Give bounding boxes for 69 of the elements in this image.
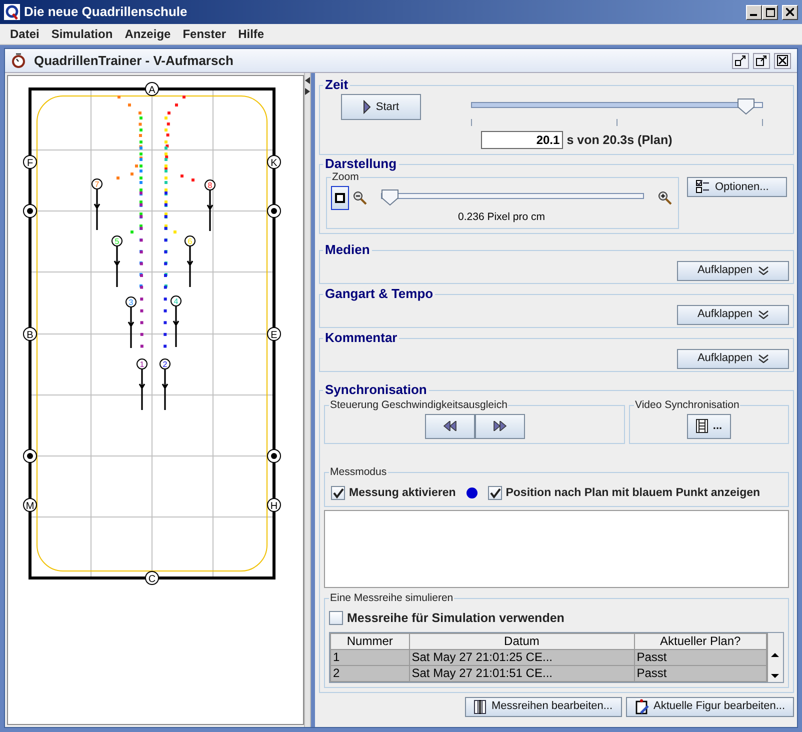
iconify-button[interactable] (732, 52, 749, 68)
menu-item[interactable]: Simulation (45, 25, 119, 43)
app-logo-icon (4, 4, 20, 20)
square-icon (335, 192, 345, 203)
checkbox[interactable] (488, 486, 502, 500)
fast-forward-button[interactable] (474, 414, 524, 438)
text-area[interactable] (324, 510, 789, 588)
group-title: Messmodus (329, 464, 388, 478)
film-icon (696, 419, 708, 433)
minimize-button[interactable] (746, 4, 762, 20)
check-icon (332, 487, 344, 500)
menu-item[interactable]: Hilfe (232, 25, 270, 43)
slider-thumb[interactable] (381, 189, 399, 206)
slider[interactable] (471, 98, 763, 115)
column-header[interactable]: Datum (409, 633, 634, 649)
expand-right-arrow-icon[interactable] (305, 88, 310, 95)
checkbox[interactable] (331, 486, 345, 500)
edit-button[interactable]: Messreihen bearbeiten... (465, 696, 622, 716)
edit-button[interactable]: Aktuelle Figur bearbeiten... (626, 696, 794, 716)
close-button[interactable] (774, 52, 791, 68)
close-icon (777, 55, 788, 66)
table-row[interactable]: 2 Sat May 27 21:01:51 CE... Passt (330, 665, 766, 681)
maximize-button[interactable] (753, 52, 770, 68)
checkbox-label: Position nach Plan mit blauem Punkt anzeigen (506, 486, 760, 500)
checklist-icon (696, 180, 710, 194)
group-title: Steuerung Geschwindigkeitsausgleich (329, 398, 508, 412)
slider-thumb[interactable] (736, 98, 755, 115)
maximize-icon (756, 55, 767, 66)
restore-icon (735, 55, 746, 66)
collapse-left-arrow-icon[interactable] (305, 77, 310, 84)
play-icon (362, 100, 371, 114)
options-button[interactable]: Optionen... (687, 176, 787, 197)
column-header[interactable]: Nummer (330, 633, 410, 649)
zoom-out-icon[interactable] (353, 190, 367, 205)
time-input-field[interactable]: 20.1 (480, 131, 563, 150)
window-title: Die neue Quadrillenschule (24, 3, 188, 22)
menu-item[interactable]: Datei (4, 25, 46, 43)
maximize-icon (766, 8, 774, 16)
fast-forward-icon (492, 421, 506, 431)
zoom-in-icon[interactable] (658, 190, 672, 205)
fit-button[interactable] (331, 186, 349, 210)
measurement-dot-icon (466, 487, 478, 500)
stopwatch-icon (11, 53, 26, 68)
expand-button[interactable]: Aufklappen (677, 304, 789, 324)
menu-item[interactable]: Fenster (176, 25, 232, 43)
video-sync-button[interactable]: ... (686, 414, 732, 438)
columns-icon (474, 700, 486, 714)
expand-button[interactable]: Aufklappen (677, 348, 789, 368)
menu-item[interactable]: Anzeige (118, 25, 177, 43)
chevron-down-icon (758, 310, 769, 319)
zoom-reading: 0.236 Pixel pro cm (457, 210, 546, 225)
checkbox-label: Messreihe für Simulation verwenden (347, 610, 564, 627)
chevron-down-icon (758, 266, 769, 275)
check-icon (488, 487, 501, 500)
close-icon (786, 8, 794, 16)
chevron-down-icon (758, 354, 769, 363)
checkbox-label: Messung aktivieren (349, 486, 456, 500)
rewind-button[interactable] (424, 414, 474, 438)
expand-button[interactable]: Aufklappen (677, 260, 789, 280)
checkbox[interactable] (329, 611, 343, 626)
panel-title: QuadrillenTrainer - V-Aufmarsch (34, 52, 234, 70)
table-row[interactable]: 1 Sat May 27 21:01:25 CE... Passt (330, 649, 766, 665)
time-label: s von 20.3s (Plan) (566, 132, 672, 149)
rewind-icon (442, 421, 456, 431)
column-header[interactable]: Aktueller Plan? (634, 633, 766, 649)
slider[interactable] (381, 189, 644, 206)
start-button[interactable]: Start (341, 94, 421, 120)
group-title: Video Synchronisation (634, 398, 740, 412)
figure-edit-icon (634, 698, 649, 714)
